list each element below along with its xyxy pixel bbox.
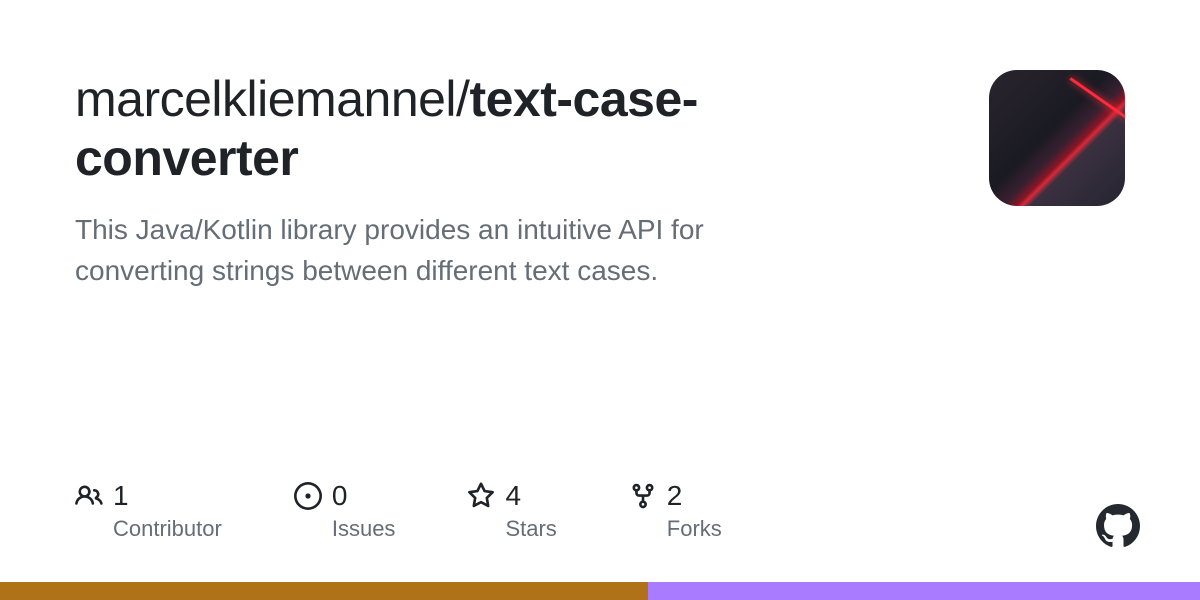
forks-count: 2 (667, 480, 683, 512)
repo-card: marcelkliemannel/text-case-converter Thi… (0, 0, 1200, 600)
github-logo-icon[interactable] (1096, 504, 1140, 548)
forks-label: Forks (667, 516, 722, 542)
fork-icon (629, 482, 657, 510)
repo-owner: marcelkliemannel (75, 71, 456, 127)
repo-title[interactable]: marcelkliemannel/text-case-converter (75, 70, 795, 188)
stars-label: Stars (505, 516, 556, 542)
stat-contributors[interactable]: 1 Contributor (75, 480, 222, 542)
title-block: marcelkliemannel/text-case-converter Thi… (75, 70, 795, 291)
issue-icon (294, 482, 322, 510)
star-icon (467, 482, 495, 510)
people-icon (75, 482, 103, 510)
stat-issues[interactable]: 0 Issues (294, 480, 396, 542)
language-bar (0, 582, 1200, 600)
header-row: marcelkliemannel/text-case-converter Thi… (75, 70, 1125, 291)
issues-label: Issues (332, 516, 396, 542)
stat-stars[interactable]: 4 Stars (467, 480, 556, 542)
avatar[interactable] (989, 70, 1125, 206)
stars-count: 4 (505, 480, 521, 512)
contributors-count: 1 (113, 480, 129, 512)
stat-forks[interactable]: 2 Forks (629, 480, 722, 542)
contributors-label: Contributor (113, 516, 222, 542)
repo-description: This Java/Kotlin library provides an int… (75, 210, 795, 291)
language-segment (648, 582, 1200, 600)
issues-count: 0 (332, 480, 348, 512)
language-segment (0, 582, 648, 600)
slash: / (456, 71, 469, 127)
stats-row: 1 Contributor 0 Issues 4 Stars 2 Forks (75, 480, 722, 542)
